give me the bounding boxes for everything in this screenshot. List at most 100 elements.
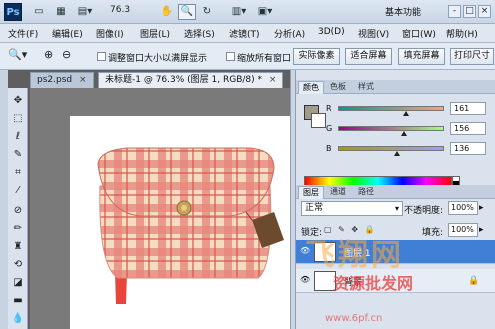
- red-slider-row: R 161: [326, 102, 491, 117]
- zoom-all-label: 缩放所有窗口: [237, 54, 292, 64]
- clone-stamp-tool-icon[interactable]: ♜: [10, 240, 26, 254]
- zoom-all-checkbox[interactable]: [226, 52, 235, 61]
- tab-ps2[interactable]: ps2.psd ×: [30, 72, 94, 88]
- maximize-icon[interactable]: □: [463, 5, 476, 18]
- layers-panel-tabs: 图层 通道 路径: [296, 185, 495, 199]
- brush-tool-icon[interactable]: ✏: [10, 222, 26, 236]
- menu-file[interactable]: 文件(F): [8, 27, 38, 40]
- lasso-tool-icon[interactable]: ℓ: [10, 130, 26, 144]
- actual-pixels-button[interactable]: 实际像素: [293, 48, 340, 65]
- blend-mode-select[interactable]: 正常 ▾: [301, 201, 403, 216]
- close-icon[interactable]: ×: [478, 5, 491, 18]
- red-slider[interactable]: [338, 106, 444, 111]
- zoom-in-icon[interactable]: ⊕: [44, 48, 60, 64]
- watermark-logo-text: 飞翔网: [305, 238, 404, 273]
- options-bar: 🔍▾ ⊕ ⊖ 调整窗口大小以满屏显示 缩放所有窗口 实际像素 适合屏幕 填充屏幕…: [0, 43, 495, 70]
- screen-mode-icon[interactable]: ▣▾: [254, 4, 276, 20]
- menu-select[interactable]: 选择(S): [184, 27, 215, 40]
- color-swatches[interactable]: [304, 105, 328, 129]
- tab-layers[interactable]: 图层: [298, 186, 324, 199]
- zoom-level[interactable]: 76.3: [110, 5, 130, 15]
- watermark-url: www.6pf.cn: [325, 313, 383, 324]
- menu-bar: 文件(F) 编辑(E) 图像(I) 图层(L) 选择(S) 滤镜(T) 分析(A…: [0, 24, 495, 43]
- healing-brush-tool-icon[interactable]: ⊘: [10, 204, 26, 218]
- blue-value-input[interactable]: 136: [450, 142, 486, 155]
- bridge-icon[interactable]: ▭: [30, 4, 48, 20]
- menu-analysis[interactable]: 分析(A): [274, 27, 305, 40]
- arrange-documents-icon[interactable]: ▥▾: [228, 4, 250, 20]
- red-label: R: [326, 104, 332, 113]
- tab-paths[interactable]: 路径: [354, 186, 378, 199]
- green-label: G: [326, 124, 333, 133]
- opacity-label: 不透明度:: [404, 206, 444, 216]
- tab-label: ps2.psd: [37, 75, 73, 85]
- green-value-input[interactable]: 156: [450, 122, 486, 135]
- application-bar: Ps ▭ ▦ ▤▾ 76.3 ✋ 🔍 ↻ ▥▾ ▣▾ 基本功能 - □ ×: [0, 0, 495, 24]
- menu-layer[interactable]: 图层(L): [140, 27, 170, 40]
- canvas-area[interactable]: [30, 88, 290, 329]
- menu-window[interactable]: 窗口(W): [402, 27, 436, 40]
- color-panel-tabs: 颜色 色板 样式: [296, 80, 495, 94]
- opacity-input[interactable]: 100%: [448, 201, 478, 215]
- gradient-tool-icon[interactable]: ▬: [10, 294, 26, 308]
- blue-slider-row: B 136: [326, 142, 491, 157]
- hand-tool-icon[interactable]: ✋: [158, 4, 176, 20]
- move-tool-icon[interactable]: ✥: [10, 94, 26, 108]
- zoom-out-icon[interactable]: ⊖: [62, 48, 78, 64]
- eye-icon[interactable]: 👁: [300, 276, 310, 284]
- toolbox-grip[interactable]: [0, 70, 8, 329]
- resize-windows-checkbox[interactable]: [97, 52, 106, 61]
- document-canvas[interactable]: [70, 116, 290, 329]
- blue-label: B: [326, 144, 332, 153]
- tab-color[interactable]: 颜色: [298, 81, 324, 94]
- close-icon[interactable]: ×: [79, 75, 87, 85]
- blue-slider-thumb[interactable]: [394, 151, 400, 156]
- chevron-down-icon: ▾: [394, 204, 399, 213]
- blue-slider[interactable]: [338, 146, 444, 151]
- fill-input[interactable]: 100%: [448, 223, 478, 237]
- document-tabs: ps2.psd × 未标题-1 @ 76.3% (图层 1, RGB/8) * …: [30, 72, 290, 88]
- blur-tool-icon[interactable]: 💧: [10, 312, 26, 326]
- rotate-view-icon[interactable]: ↻: [198, 4, 216, 20]
- zoom-tool-icon[interactable]: 🔍: [178, 4, 196, 20]
- tab-untitled-1[interactable]: 未标题-1 @ 76.3% (图层 1, RGB/8) * ×: [98, 72, 284, 88]
- tab-label: 未标题-1 @ 76.3% (图层 1, RGB/8) *: [105, 75, 262, 85]
- eraser-tool-icon[interactable]: ◪: [10, 276, 26, 290]
- zoom-preset-icon[interactable]: 🔍▾: [8, 48, 36, 64]
- tab-channels[interactable]: 通道: [326, 186, 350, 199]
- photoshop-logo: Ps: [4, 3, 22, 21]
- plaid-purse-image: [97, 147, 284, 304]
- fill-label: 填充:: [422, 228, 444, 238]
- chevron-right-icon[interactable]: ▸: [479, 203, 484, 213]
- red-value-input[interactable]: 161: [450, 102, 486, 115]
- print-size-button[interactable]: 打印尺寸: [450, 48, 494, 65]
- menu-help[interactable]: 帮助(H): [446, 27, 478, 40]
- menu-edit[interactable]: 编辑(E): [52, 27, 83, 40]
- history-brush-tool-icon[interactable]: ⟲: [10, 258, 26, 272]
- green-slider-thumb[interactable]: [401, 131, 407, 136]
- quick-select-tool-icon[interactable]: ✎: [10, 148, 26, 162]
- minimize-icon[interactable]: -: [448, 5, 461, 18]
- view-extras-icon[interactable]: ▤▾: [74, 4, 96, 20]
- menu-image[interactable]: 图像(I): [96, 27, 124, 40]
- fill-screen-button[interactable]: 填充屏幕: [398, 48, 445, 65]
- menu-filter[interactable]: 滤镜(T): [229, 27, 260, 40]
- green-slider[interactable]: [338, 126, 444, 131]
- tab-styles[interactable]: 样式: [354, 81, 378, 94]
- lock-icon: 🔒: [468, 276, 480, 286]
- mini-bridge-icon[interactable]: ▦: [52, 4, 70, 20]
- close-icon[interactable]: ×: [269, 75, 277, 85]
- crop-tool-icon[interactable]: ⌗: [10, 166, 26, 180]
- tab-swatches[interactable]: 色板: [326, 81, 350, 94]
- watermark-site-name: 资源批发网: [333, 274, 414, 293]
- menu-3d[interactable]: 3D(D): [318, 27, 345, 37]
- marquee-tool-icon[interactable]: ⬚: [10, 112, 26, 126]
- toolbox: ✥ ⬚ ℓ ✎ ⌗ ⁄ ⊘ ✏ ♜ ⟲ ◪ ▬ 💧: [8, 88, 28, 329]
- background-color-swatch[interactable]: [311, 113, 326, 128]
- menu-view[interactable]: 视图(V): [358, 27, 389, 40]
- chevron-right-icon[interactable]: ▸: [479, 225, 484, 235]
- eyedropper-tool-icon[interactable]: ⁄: [10, 184, 26, 198]
- workspace-switcher[interactable]: 基本功能: [385, 5, 421, 18]
- fit-screen-button[interactable]: 适合屏幕: [345, 48, 392, 65]
- red-slider-thumb[interactable]: [403, 111, 409, 116]
